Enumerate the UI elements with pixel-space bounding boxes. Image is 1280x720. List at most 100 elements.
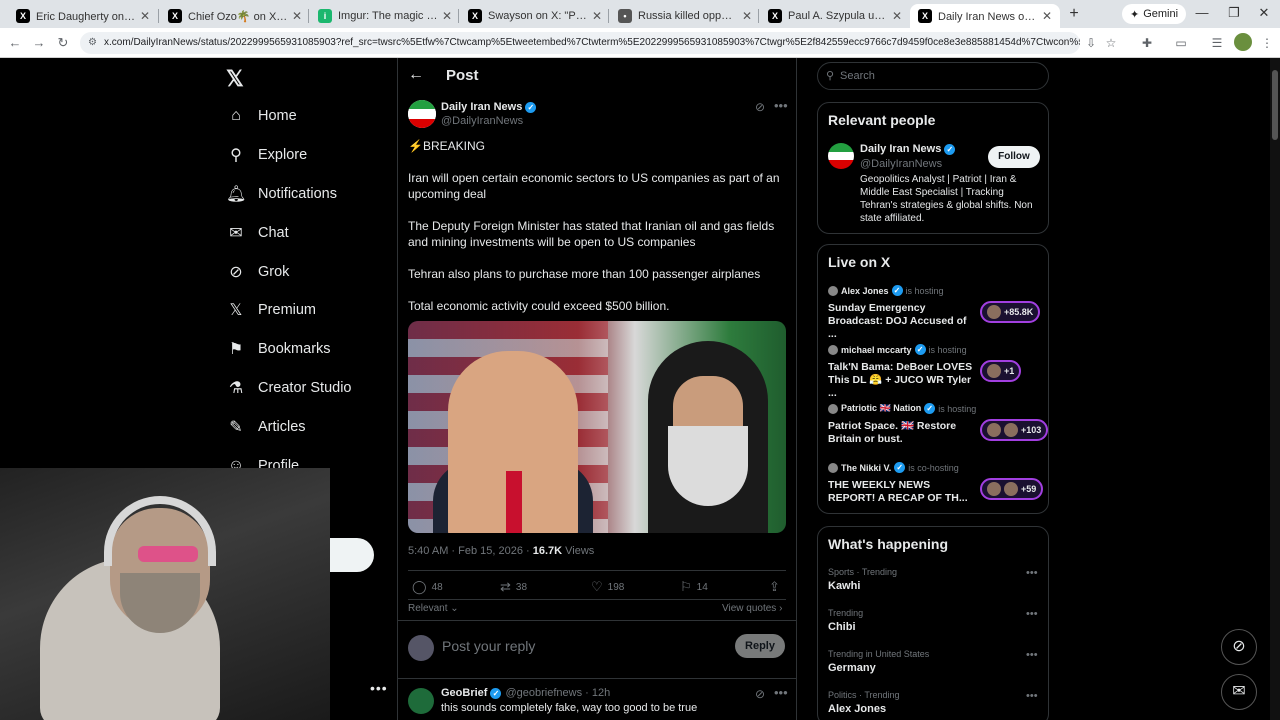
close-tab-icon[interactable]: ✕ [892,9,902,23]
share-action[interactable]: ⇪ [769,579,785,595]
trend-name[interactable]: Alex Jones [828,703,886,715]
avatar[interactable] [408,688,434,714]
more-options-icon[interactable]: ••• [1026,608,1038,620]
media-icon[interactable]: ▭ [1172,34,1190,52]
nav-creator-studio[interactable]: ⚗ Creator Studio [226,375,352,401]
close-tab-icon[interactable]: ✕ [592,9,602,23]
trend-name[interactable]: Kawhi [828,580,860,592]
view-quotes-link[interactable]: View quotes › [722,603,782,614]
live-listeners-pill[interactable]: +59 [980,478,1044,500]
live-host[interactable]: The Nikki V. ✓ is co-hosting [828,462,959,473]
address-bar[interactable]: ⚙ x.com/DailyIranNews/status/202299956593… [80,32,1080,54]
nav-notifications[interactable]: 🔔︎ Notifications [226,181,337,207]
x-logo-icon[interactable]: 𝕏 [226,66,244,92]
scrollbar-thumb[interactable] [1272,70,1278,140]
search-icon: ⚲ [826,70,835,82]
author-handle[interactable]: @DailyIranNews [441,115,523,127]
browser-tab[interactable]: XChief Ozo🌴 on X: "A 68 yea✕ [160,4,310,28]
back-icon[interactable]: ← [6,34,24,52]
live-listeners-pill[interactable]: +85.8K [980,301,1041,323]
nav-home[interactable]: ⌂ Home [226,103,297,129]
browser-tab-active[interactable]: XDaily Iran News on X: "⚡ BRE✕ [910,4,1060,28]
repost-action[interactable]: ⇄ 38 [500,579,527,595]
nav-bookmarks[interactable]: ⚑ Bookmarks [226,336,331,362]
reply-action[interactable]: ◯ 48 [412,579,443,595]
follow-button[interactable]: Follow [988,146,1040,168]
author-avatar[interactable] [408,100,436,128]
person-name[interactable]: Daily Iran News ✓ [860,143,956,155]
profile-avatar[interactable] [1234,33,1252,51]
live-title[interactable]: Sunday Emergency Broadcast: DOJ Accused … [828,302,973,341]
grok-icon[interactable]: ⊘ [755,100,765,114]
more-options-icon[interactable]: ••• [1026,567,1038,579]
close-tab-icon[interactable]: ✕ [140,9,150,23]
search-input[interactable]: ⚲ Search [817,62,1049,90]
live-title[interactable]: Talk'N Bama: DeBoer LOVES This DL 😤 + JU… [828,361,973,400]
forward-icon[interactable]: → [30,34,48,52]
live-host[interactable]: Alex Jones ✓ is hosting [828,285,944,296]
reply-button[interactable]: Reply [735,634,785,658]
person-handle[interactable]: @DailyIranNews [860,158,942,170]
site-info-icon[interactable]: ⚙ [88,32,97,54]
reply-input[interactable]: Post your reply [442,638,535,654]
reload-icon[interactable]: ↻ [54,34,72,52]
reading-list-icon[interactable]: ☰ [1208,34,1226,52]
more-options-icon[interactable]: ••• [774,98,788,113]
article-icon: ✎ [229,419,243,436]
reply-author[interactable]: GeoBrief ✓ @geobriefnews · 12h [441,687,610,699]
back-arrow-icon[interactable]: ← [408,66,424,84]
gemini-button[interactable]: ✦ Gemini [1122,4,1187,24]
browser-tab[interactable]: iImgur: The magic of the Inte✕ [310,4,460,28]
live-host[interactable]: Patriotic 🇬🇧 Nation ✓ is hosting [828,403,976,414]
live-host[interactable]: michael mccarty ✓ is hosting [828,344,967,355]
post-image[interactable] [408,321,786,533]
bookmark-star-icon[interactable]: ☆ [1102,34,1120,52]
trend-name[interactable]: Germany [828,662,876,674]
grok-icon[interactable]: ⊘ [755,687,765,701]
nav-chat[interactable]: ✉ Chat [226,220,288,246]
trend-name[interactable]: Chibi [828,621,856,633]
live-title[interactable]: Patriot Space. 🇬🇧 Restore Britain or bus… [828,420,973,446]
restore-icon[interactable]: ❐ [1224,5,1244,21]
account-more-icon[interactable]: ••• [370,680,388,696]
close-tab-icon[interactable]: ✕ [1042,9,1052,23]
author-name[interactable]: Daily Iran News ✓ [441,101,537,113]
relevant-people-card: Relevant people Daily Iran News ✓ @DailyI… [817,102,1049,234]
minimize-icon[interactable]: — [1192,5,1212,20]
nav-articles[interactable]: ✎ Articles [226,414,305,440]
extensions-icon[interactable]: ✚ [1138,34,1156,52]
more-options-icon[interactable]: ••• [1026,649,1038,661]
more-options-icon[interactable]: ••• [774,685,788,700]
reply-sort-dropdown[interactable]: Relevant ⌄ [408,603,459,614]
browser-tab[interactable]: XEric Daugherty on X: "🚨 BRE✕ [8,4,158,28]
avatar [828,462,838,473]
bookmark-action[interactable]: ⚐ 14 [680,579,708,595]
browser-tab[interactable]: XPaul A. Szypula us on X: "AOC✕ [760,4,910,28]
browser-tab-bar: XEric Daugherty on X: "🚨 BRE✕ XChief Ozo… [0,0,1280,28]
post-button[interactable] [330,538,374,572]
close-tab-icon[interactable]: ✕ [742,9,752,23]
nav-explore[interactable]: ⚲ Explore [226,142,307,168]
nav-grok[interactable]: ⊘ Grok [226,259,289,285]
live-listeners-pill[interactable]: +1 [980,360,1022,382]
nav-premium[interactable]: 𝕏 Premium [226,297,316,323]
more-options-icon[interactable]: ••• [1026,690,1038,702]
browser-tab[interactable]: XSwayson on X: "Palantir surve✕ [460,4,610,28]
install-app-icon[interactable]: ⇩ [1082,34,1100,52]
messages-fab-icon[interactable]: ✉ [1221,674,1257,710]
scrollbar[interactable] [1270,58,1280,720]
new-tab-icon[interactable]: + [1064,5,1084,23]
close-tab-icon[interactable]: ✕ [442,9,452,23]
heart-icon: ♡ [591,579,603,594]
browser-tab[interactable]: •Russia killed opposition leade✕ [610,4,760,28]
menu-icon[interactable]: ⋮ [1258,34,1276,52]
repost-icon: ⇄ [500,579,511,594]
grok-fab-icon[interactable]: ⊘ [1221,629,1257,665]
avatar[interactable] [828,143,854,169]
live-title[interactable]: THE WEEKLY NEWS REPORT! A RECAP OF TH... [828,479,973,505]
live-listeners-pill[interactable]: +103 [980,419,1049,441]
like-action[interactable]: ♡ 198 [591,579,624,595]
avatar [987,305,1001,319]
close-window-icon[interactable]: ✕ [1254,5,1274,21]
close-tab-icon[interactable]: ✕ [292,9,302,23]
